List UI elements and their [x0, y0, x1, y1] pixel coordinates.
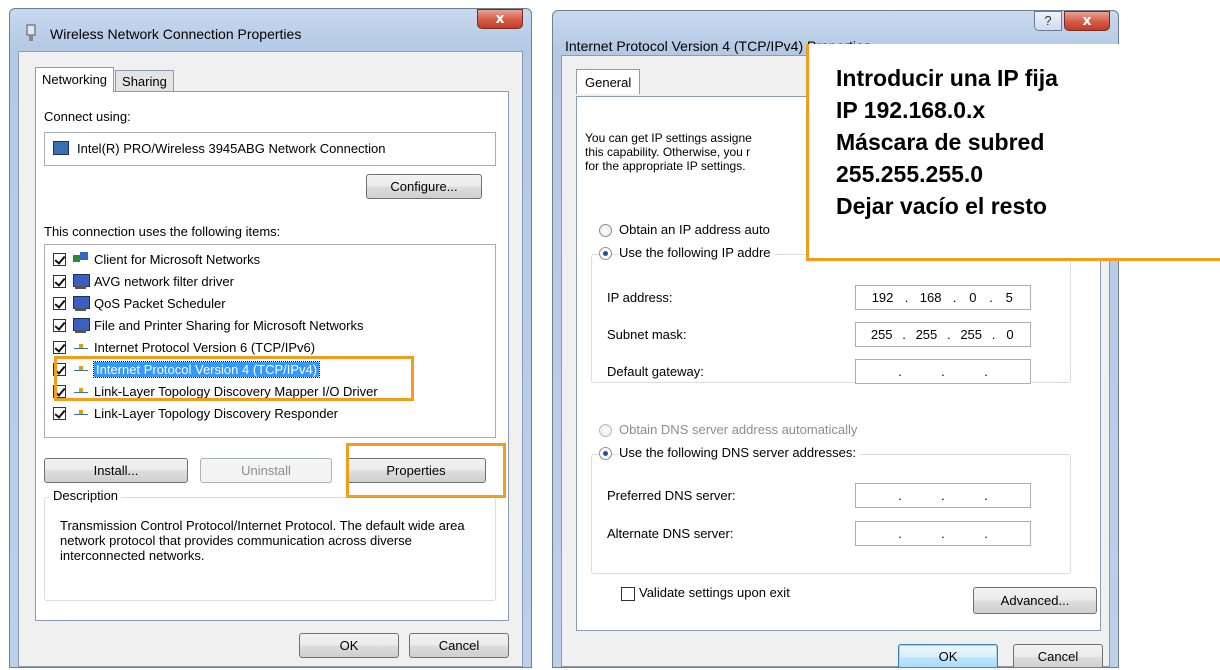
wireless-properties-dialog: Wireless Network Connection Properties x… [9, 8, 532, 668]
item-checkbox[interactable] [53, 275, 66, 288]
computer-icon [72, 295, 90, 312]
intro-line: this capability. Otherwise, you r [585, 145, 751, 159]
connect-using-label: Connect using: [44, 109, 131, 124]
adapter-name: Intel(R) PRO/Wireless 3945ABG Network Co… [77, 141, 386, 156]
alternate-dns-label: Alternate DNS server: [607, 526, 734, 541]
use-ip-radio[interactable] [599, 247, 612, 260]
cancel-button[interactable]: Cancel [409, 633, 509, 658]
annotation-line: Máscara de subred [836, 129, 1045, 155]
network-protocol-icon [72, 406, 90, 422]
item-label: Client for Microsoft Networks [94, 252, 261, 267]
annotation-line: Dejar vacío el resto [836, 193, 1047, 219]
dialog-title: Wireless Network Connection Properties [50, 26, 302, 42]
ip-octet: 192 [871, 290, 894, 305]
ok-button[interactable]: OK [299, 633, 399, 658]
description-text: Transmission Control Protocol/Internet P… [60, 518, 465, 563]
validate-label: Validate settings upon exit [639, 585, 790, 600]
item-label: Link-Layer Topology Discovery Responder [94, 406, 338, 421]
computer-icon [72, 317, 90, 334]
tab-sharing[interactable]: Sharing [115, 70, 174, 92]
item-label: QoS Packet Scheduler [94, 296, 226, 311]
ip-octet: 0 [1006, 327, 1014, 342]
item-label: Internet Protocol Version 6 (TCP/IPv6) [94, 340, 316, 355]
network-protocol-icon [72, 340, 90, 356]
install-button[interactable]: Install... [44, 458, 188, 483]
properties-button-highlight [346, 443, 506, 498]
obtain-dns-auto-radio[interactable] [599, 424, 612, 437]
item-checkbox[interactable] [53, 319, 66, 332]
ip-octet: 255 [870, 327, 893, 342]
obtain-dns-auto-label: Obtain DNS server address automatically [619, 422, 858, 437]
list-item[interactable]: Client for Microsoft Networks [53, 249, 260, 270]
computer-icon [72, 273, 90, 290]
ip-octet: 255 [915, 327, 938, 342]
list-item[interactable]: Link-Layer Topology Discovery Responder [53, 403, 338, 424]
tab-general[interactable]: General [576, 69, 641, 94]
preferred-dns-field[interactable]: ... [855, 483, 1031, 508]
item-checkbox[interactable] [53, 341, 66, 354]
alternate-dns-field[interactable]: ... [855, 521, 1031, 546]
items-list[interactable]: Client for Microsoft Networks AVG networ… [44, 244, 496, 438]
use-dns-label: Use the following DNS server addresses: [619, 445, 860, 460]
item-checkbox[interactable] [53, 297, 66, 310]
list-item[interactable]: QoS Packet Scheduler [53, 293, 226, 314]
item-checkbox[interactable] [53, 407, 66, 420]
ip-octet: 255 [960, 327, 983, 342]
intro-text: You can get IP settings assigne this cap… [585, 131, 752, 173]
ok-button[interactable]: OK [898, 644, 998, 667]
intro-line: for the appropriate IP settings. [585, 159, 746, 173]
close-button[interactable]: x [477, 9, 523, 29]
tab-networking[interactable]: Networking [35, 67, 115, 92]
dns-settings-group [591, 454, 1071, 574]
adapter-icon [53, 141, 69, 155]
ip-octet: 0 [969, 290, 977, 305]
default-gateway-field[interactable]: ... [855, 359, 1031, 384]
list-item[interactable]: Internet Protocol Version 6 (TCP/IPv6) [53, 337, 315, 358]
title-bar[interactable]: Wireless Network Connection Properties x [10, 9, 531, 51]
annotation-line: Introducir una IP fija [836, 65, 1058, 91]
adapter-box: Intel(R) PRO/Wireless 3945ABG Network Co… [44, 132, 496, 166]
tab-strip: Networking Sharing [35, 67, 175, 92]
preferred-dns-label: Preferred DNS server: [607, 488, 736, 503]
close-button[interactable]: x [1064, 11, 1110, 31]
obtain-ip-auto-label: Obtain an IP address auto [619, 222, 770, 237]
item-label: AVG network filter driver [94, 274, 234, 289]
cancel-button[interactable]: Cancel [1013, 644, 1103, 667]
ipv4-item-highlight [54, 356, 414, 401]
network-adapter-icon [26, 24, 36, 41]
uninstall-button[interactable]: Uninstall [200, 458, 332, 483]
item-checkbox[interactable] [53, 253, 66, 266]
ip-octet: 5 [1005, 290, 1013, 305]
use-dns-radio[interactable] [599, 447, 612, 460]
description-label: Description [50, 488, 122, 503]
help-button[interactable]: ? [1034, 11, 1062, 31]
default-gateway-label: Default gateway: [607, 364, 704, 379]
annotation-line: 255.255.255.0 [836, 161, 984, 187]
ip-octet: 168 [919, 290, 942, 305]
items-label: This connection uses the following items… [44, 224, 281, 239]
intro-line: You can get IP settings assigne [585, 131, 752, 145]
subnet-mask-field[interactable]: 255. 255. 255. 0 [855, 322, 1031, 347]
obtain-ip-auto-radio[interactable] [599, 224, 612, 237]
ip-address-label: IP address: [607, 290, 673, 305]
subnet-mask-label: Subnet mask: [607, 327, 687, 342]
ip-address-field[interactable]: 192. 168. 0. 5 [855, 285, 1031, 310]
client-icon [72, 251, 90, 268]
annotation-line: IP 192.168.0.x [836, 97, 986, 123]
advanced-button[interactable]: Advanced... [973, 587, 1097, 614]
list-item[interactable]: AVG network filter driver [53, 271, 234, 292]
list-item[interactable]: File and Printer Sharing for Microsoft N… [53, 315, 363, 336]
item-label: File and Printer Sharing for Microsoft N… [94, 318, 364, 333]
annotation-callout: Introducir una IP fija IP 192.168.0.x Má… [806, 44, 1220, 261]
use-ip-label: Use the following IP addre [619, 245, 775, 260]
tab-strip: General [576, 69, 641, 94]
validate-checkbox[interactable] [621, 587, 635, 601]
configure-button[interactable]: Configure... [366, 174, 482, 199]
